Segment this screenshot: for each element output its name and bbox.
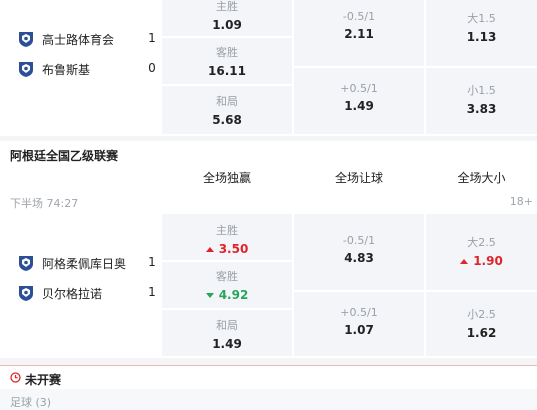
clock-icon	[10, 372, 21, 383]
odds-label: 大2.5	[467, 236, 496, 249]
odds-label: 大1.5	[467, 12, 496, 25]
team-home[interactable]: 高士路体育会	[18, 30, 114, 48]
odds-draw[interactable]: 和局 1.49	[162, 310, 292, 356]
team-score: 0	[148, 61, 156, 75]
sport-row-football[interactable]: 足球 (3)	[0, 389, 537, 410]
odds-value: 1.07	[344, 323, 374, 337]
odds-value: 1.90	[426, 254, 537, 268]
arrow-down-icon	[205, 293, 214, 298]
odds-away-win[interactable]: 客胜 4.92	[162, 262, 292, 308]
arrow-up-icon	[205, 247, 214, 252]
odds-handicap-2[interactable]: +0.5/1 1.49	[294, 68, 424, 134]
odds-value: 1.13	[466, 30, 497, 44]
odds-label: 客胜	[216, 46, 238, 59]
team-away[interactable]: 布鲁斯基	[18, 60, 90, 78]
odds-label: 主胜	[216, 0, 238, 13]
odds-handicap-1[interactable]: -0.5/1 2.11	[294, 0, 424, 66]
upcoming-section-header[interactable]: 未开赛	[0, 365, 537, 389]
odds-value: 1.09	[212, 18, 242, 32]
odds-over[interactable]: 大1.5 1.13	[426, 0, 537, 66]
odds-under[interactable]: 小2.5 1.62	[426, 292, 537, 356]
team-shield-icon	[19, 285, 33, 301]
team-score: 1	[148, 255, 156, 269]
team-shield-icon	[19, 31, 33, 47]
team-name: 贝尔格拉诺	[42, 286, 103, 301]
odds-label: -0.5/1	[342, 234, 376, 247]
odds-value: 5.68	[212, 113, 242, 127]
team-score: 1	[148, 31, 156, 45]
match-card-2: 下半场 74:27 18+ 阿格柔佩库日奥 1 贝尔格拉诺 1 主胜 3.50 …	[0, 190, 537, 358]
team-away[interactable]: 贝尔格拉诺	[18, 284, 102, 302]
column-header-1x2: 全场独赢	[202, 171, 251, 185]
odds-handicap-1[interactable]: -0.5/1 4.83	[294, 214, 424, 290]
arrow-up-icon	[460, 259, 469, 264]
odds-label: 客胜	[216, 270, 238, 283]
odds-label: -0.5/1	[342, 10, 376, 23]
odds-value: 2.11	[344, 27, 374, 41]
odds-value: 4.92	[162, 288, 292, 302]
league-name: 阿根廷全国乙级联赛	[10, 149, 119, 163]
odds-away-win[interactable]: 客胜 16.11	[162, 38, 292, 84]
odds-home-win[interactable]: 主胜 3.50	[162, 214, 292, 260]
more-markets-link[interactable]: 18+	[510, 195, 533, 208]
odds-label: 和局	[216, 319, 238, 332]
team-name: 阿格柔佩库日奥	[42, 256, 127, 271]
sport-label: 足球 (3)	[10, 396, 52, 409]
odds-value: 3.83	[466, 102, 497, 116]
team-name: 布鲁斯基	[42, 62, 91, 77]
team-score: 1	[148, 285, 156, 299]
league-header[interactable]: 阿根廷全国乙级联赛	[0, 141, 537, 169]
odds-label: +0.5/1	[340, 82, 378, 95]
team-shield-icon	[19, 61, 33, 77]
upcoming-title: 未开赛	[25, 373, 62, 387]
odds-value: 1.49	[212, 337, 242, 351]
odds-value: 3.50	[162, 242, 292, 256]
column-header-handicap: 全场让球	[334, 171, 383, 185]
team-home[interactable]: 阿格柔佩库日奥	[18, 254, 126, 272]
team-shield-icon	[19, 255, 33, 271]
odds-label: 小2.5	[467, 308, 496, 321]
column-header-over-under: 全场大小	[457, 171, 506, 185]
odds-over[interactable]: 大2.5 1.90	[426, 214, 537, 290]
odds-label: 主胜	[216, 224, 238, 237]
odds-draw[interactable]: 和局 5.68	[162, 86, 292, 134]
odds-value: 4.83	[344, 251, 374, 265]
match-period: 下半场 74:27	[10, 197, 79, 210]
odds-label: +0.5/1	[340, 306, 378, 319]
odds-label: 和局	[216, 95, 238, 108]
odds-label: 小1.5	[467, 84, 496, 97]
odds-value: 16.11	[208, 64, 246, 78]
match-card-1: 高士路体育会 1 布鲁斯基 0 主胜 1.09 客胜 16.11 和局 5.68…	[0, 0, 537, 136]
odds-value: 1.62	[466, 326, 497, 340]
odds-value: 1.49	[344, 99, 374, 113]
column-header-row: 全场独赢 全场让球 全场大小	[0, 166, 537, 190]
odds-under[interactable]: 小1.5 3.83	[426, 68, 537, 134]
odds-handicap-2[interactable]: +0.5/1 1.07	[294, 292, 424, 356]
team-name: 高士路体育会	[42, 32, 115, 47]
odds-home-win[interactable]: 主胜 1.09	[162, 0, 292, 36]
